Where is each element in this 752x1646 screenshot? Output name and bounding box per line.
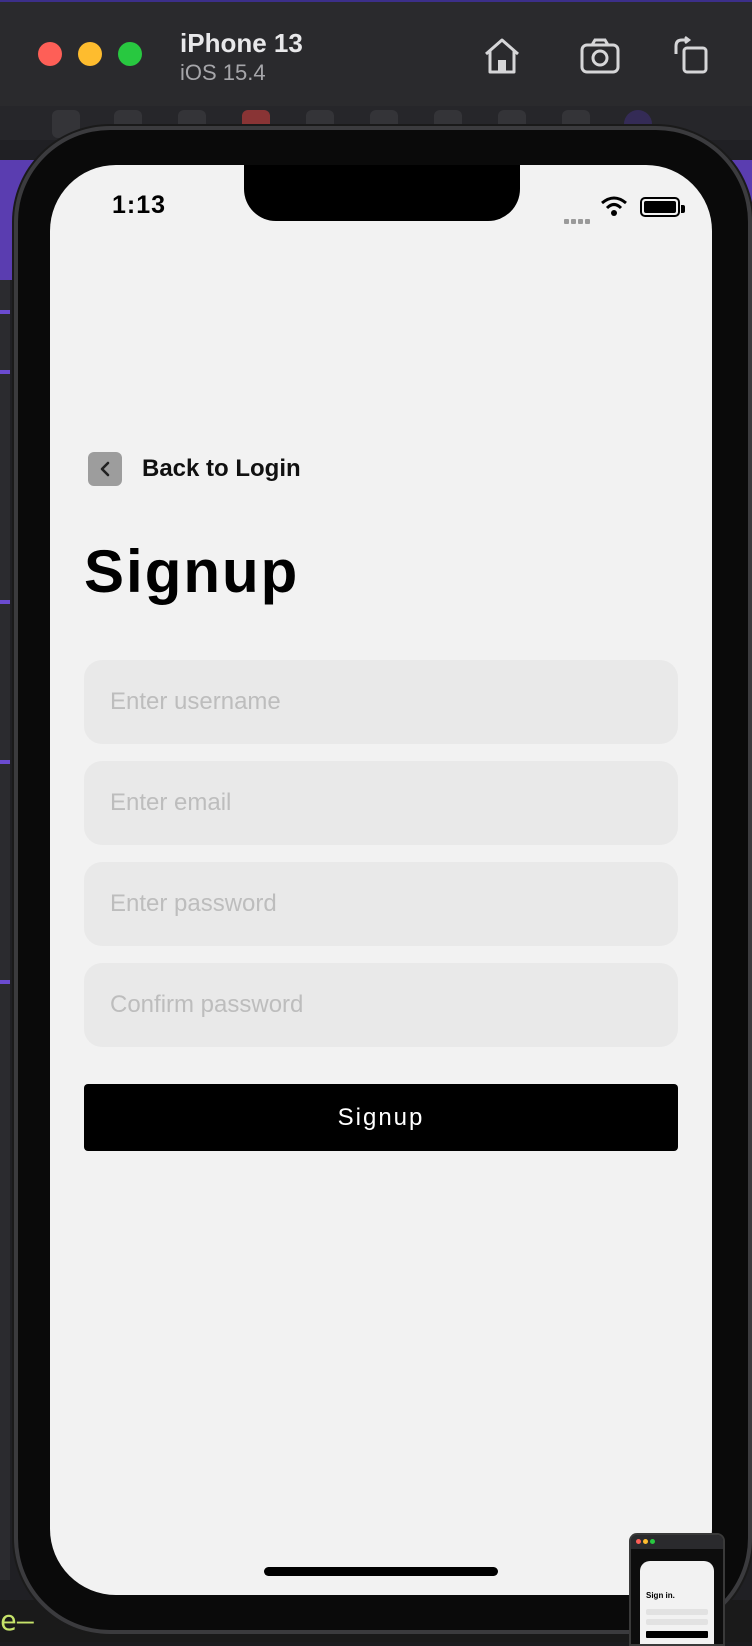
minimize-window-button[interactable] <box>78 42 102 66</box>
extension-icon <box>52 110 80 138</box>
mini-field <box>646 1609 708 1615</box>
password-input[interactable] <box>84 862 678 946</box>
mini-titlebar <box>631 1535 723 1549</box>
signup-button[interactable]: Signup <box>84 1084 678 1151</box>
mini-title: Sign in. <box>646 1591 675 1600</box>
email-input[interactable] <box>84 761 678 845</box>
home-icon[interactable] <box>480 34 524 78</box>
desktop-editor-text: e— <box>0 1604 34 1637</box>
simulator-device-name: iPhone 13 <box>180 28 303 58</box>
rotate-icon[interactable] <box>670 34 714 78</box>
simulator-titlebar: iPhone 13 iOS 15.4 <box>0 0 752 107</box>
chevron-left-icon <box>100 461 110 477</box>
desktop-left-edge <box>0 280 10 1580</box>
confirm-password-input[interactable] <box>84 963 678 1047</box>
mini-screen: Sign in. <box>640 1561 714 1644</box>
screenshot-preview-thumbnail[interactable]: Sign in. <box>629 1533 725 1646</box>
signal-icon <box>564 211 592 229</box>
back-to-login-link[interactable]: Back to Login <box>88 451 301 487</box>
back-to-login-label: Back to Login <box>142 455 301 482</box>
mini-button <box>646 1631 708 1638</box>
wifi-icon <box>601 196 627 216</box>
mini-field <box>646 1619 708 1625</box>
notch <box>244 165 520 221</box>
back-button[interactable] <box>88 452 122 486</box>
simulator-os-version: iOS 15.4 <box>180 60 266 85</box>
zoom-window-button[interactable] <box>118 42 142 66</box>
username-input[interactable] <box>84 660 678 744</box>
battery-icon <box>640 197 685 217</box>
page-title: Signup <box>84 538 300 605</box>
close-window-button[interactable] <box>38 42 62 66</box>
status-time: 1:13 <box>112 191 167 219</box>
screenshot-icon[interactable] <box>578 34 622 78</box>
app-screen: 1:13 Back to Login Signup Signup <box>50 165 712 1595</box>
home-indicator <box>264 1567 498 1576</box>
